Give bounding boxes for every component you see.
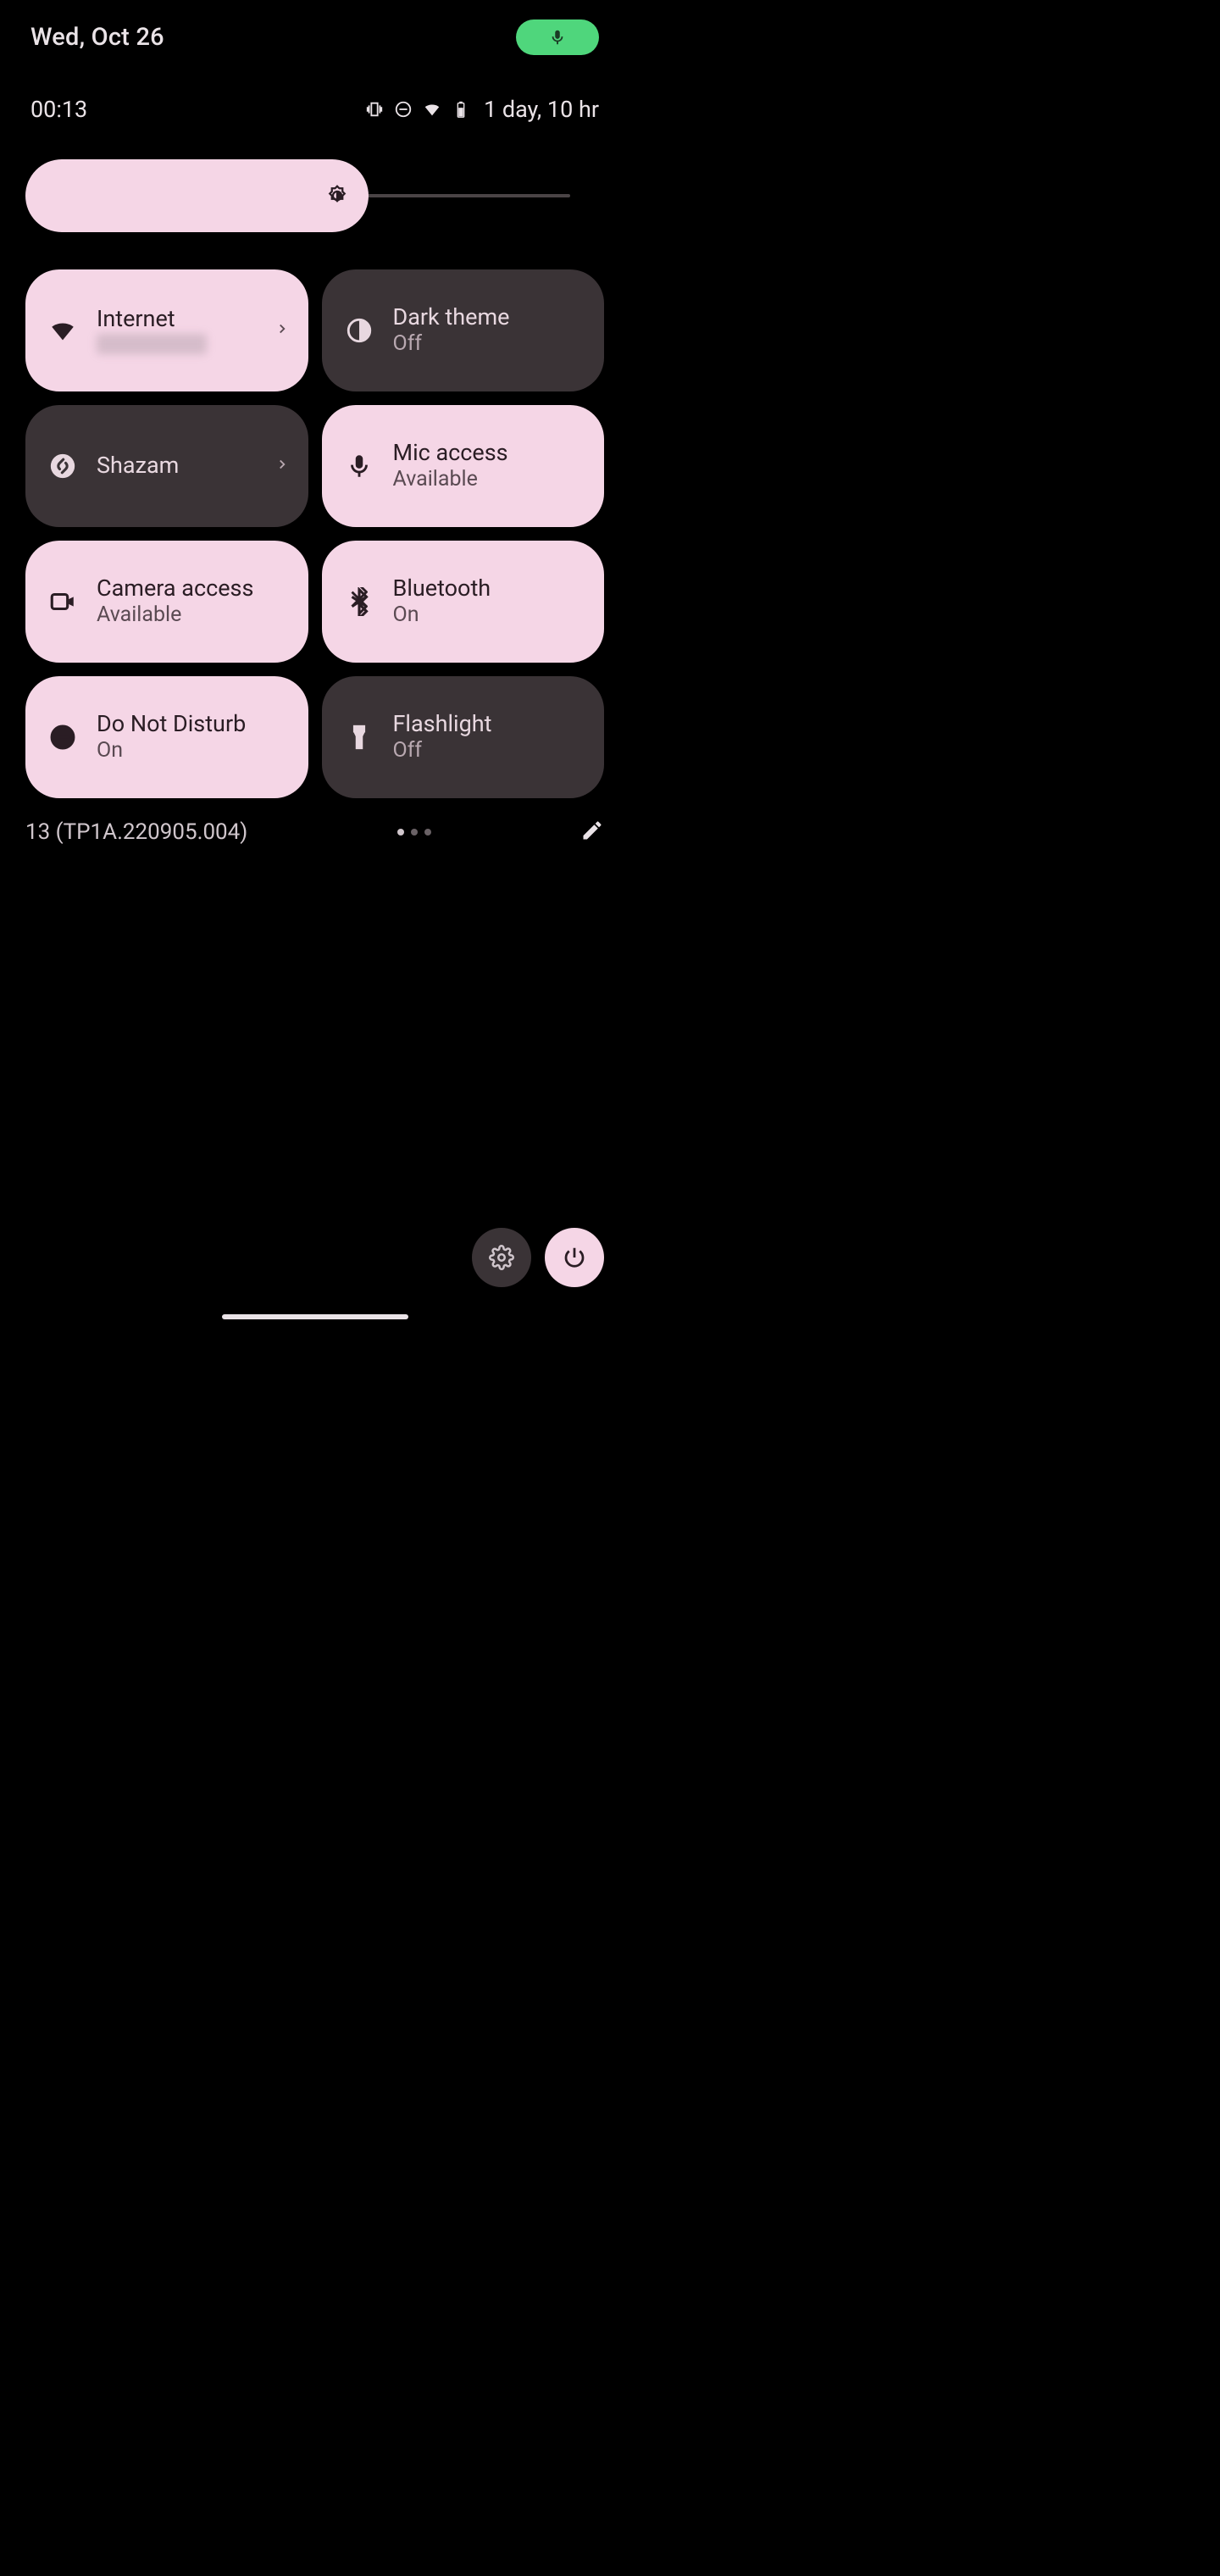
bottom-buttons	[472, 1228, 604, 1287]
tile-sub: Off	[393, 332, 586, 356]
date-label: Wed, Oct 26	[30, 23, 164, 52]
gear-icon	[489, 1245, 514, 1270]
tile-flashlight[interactable]: FlashlightOff	[322, 676, 605, 798]
tile-sub: On	[97, 739, 290, 763]
page-dot[interactable]	[397, 829, 404, 836]
tile-sub: Available	[393, 468, 586, 491]
dnd-status-icon	[394, 100, 413, 119]
status-icons: 1 day, 10 hr	[365, 96, 599, 123]
half-circle-icon	[341, 312, 378, 349]
dnd-icon	[44, 719, 81, 756]
edit-button[interactable]	[580, 819, 604, 846]
power-button[interactable]	[545, 1228, 604, 1287]
tile-camera-access[interactable]: Camera accessAvailable	[25, 541, 308, 663]
tile-title: Flashlight	[393, 712, 586, 737]
chevron-right-icon	[274, 457, 290, 475]
chevron-right-icon	[274, 321, 290, 340]
page-dot[interactable]	[411, 829, 418, 836]
nav-handle[interactable]	[222, 1314, 408, 1319]
wifi-status-icon	[423, 100, 441, 119]
tile-labels: BluetoothOn	[393, 576, 586, 626]
tile-labels: Camera accessAvailable	[97, 576, 290, 626]
tile-sub: On	[393, 603, 586, 627]
mic-active-pill[interactable]	[516, 19, 599, 55]
brightness-icon	[324, 183, 350, 208]
tile-sub: Available	[97, 603, 290, 627]
flashlight-icon	[341, 719, 378, 756]
tile-title: Camera access	[97, 576, 290, 602]
tile-bluetooth[interactable]: BluetoothOn	[322, 541, 605, 663]
tile-title: Shazam	[97, 453, 290, 479]
bluetooth-icon	[341, 583, 378, 620]
tile-labels: Do Not DisturbOn	[97, 712, 290, 762]
brightness-slider[interactable]	[25, 159, 579, 232]
tile-dark-theme[interactable]: Dark themeOff	[322, 269, 605, 391]
footer-row: 13 (TP1A.220905.004)	[25, 813, 604, 851]
tile-internet[interactable]: Internet	[25, 269, 308, 391]
clock-label: 00:13	[30, 96, 87, 123]
page-dot[interactable]	[424, 829, 431, 836]
tiles-grid: InternetDark themeOffShazamMic accessAva…	[25, 269, 604, 798]
battery-text: 1 day, 10 hr	[484, 96, 599, 123]
microphone-icon	[548, 28, 567, 47]
tile-labels: Internet	[97, 307, 290, 354]
shazam-icon	[44, 447, 81, 485]
tile-title: Mic access	[393, 441, 586, 466]
vibrate-icon	[365, 100, 384, 119]
tile-dnd[interactable]: Do Not DisturbOn	[25, 676, 308, 798]
tile-labels: Dark themeOff	[393, 305, 586, 355]
tile-labels: Shazam	[97, 453, 290, 479]
brightness-fill	[25, 159, 369, 232]
tile-title: Dark theme	[393, 305, 586, 330]
tile-shazam[interactable]: Shazam	[25, 405, 308, 527]
pencil-icon	[580, 819, 604, 842]
tile-labels: Mic accessAvailable	[393, 441, 586, 491]
tile-title: Bluetooth	[393, 576, 586, 602]
camera-icon	[44, 583, 81, 620]
tile-title: Internet	[97, 307, 290, 332]
tile-mic-access[interactable]: Mic accessAvailable	[322, 405, 605, 527]
tile-sub	[97, 334, 207, 354]
mic-icon	[341, 447, 378, 485]
wifi-icon	[44, 312, 81, 349]
page-dots	[397, 829, 431, 836]
status-bar: 00:13 1 day, 10 hr	[30, 95, 599, 124]
tile-labels: FlashlightOff	[393, 712, 586, 762]
tile-title: Do Not Disturb	[97, 712, 290, 737]
battery-status-icon	[452, 100, 470, 119]
header-row: Wed, Oct 26	[30, 20, 599, 54]
tile-sub: Off	[393, 739, 586, 763]
build-text: 13 (TP1A.220905.004)	[25, 819, 247, 845]
quick-settings-panel: Wed, Oct 26 00:13 1 day, 10 hr Internet D…	[0, 0, 629, 1328]
settings-button[interactable]	[472, 1228, 531, 1287]
power-icon	[562, 1245, 587, 1270]
